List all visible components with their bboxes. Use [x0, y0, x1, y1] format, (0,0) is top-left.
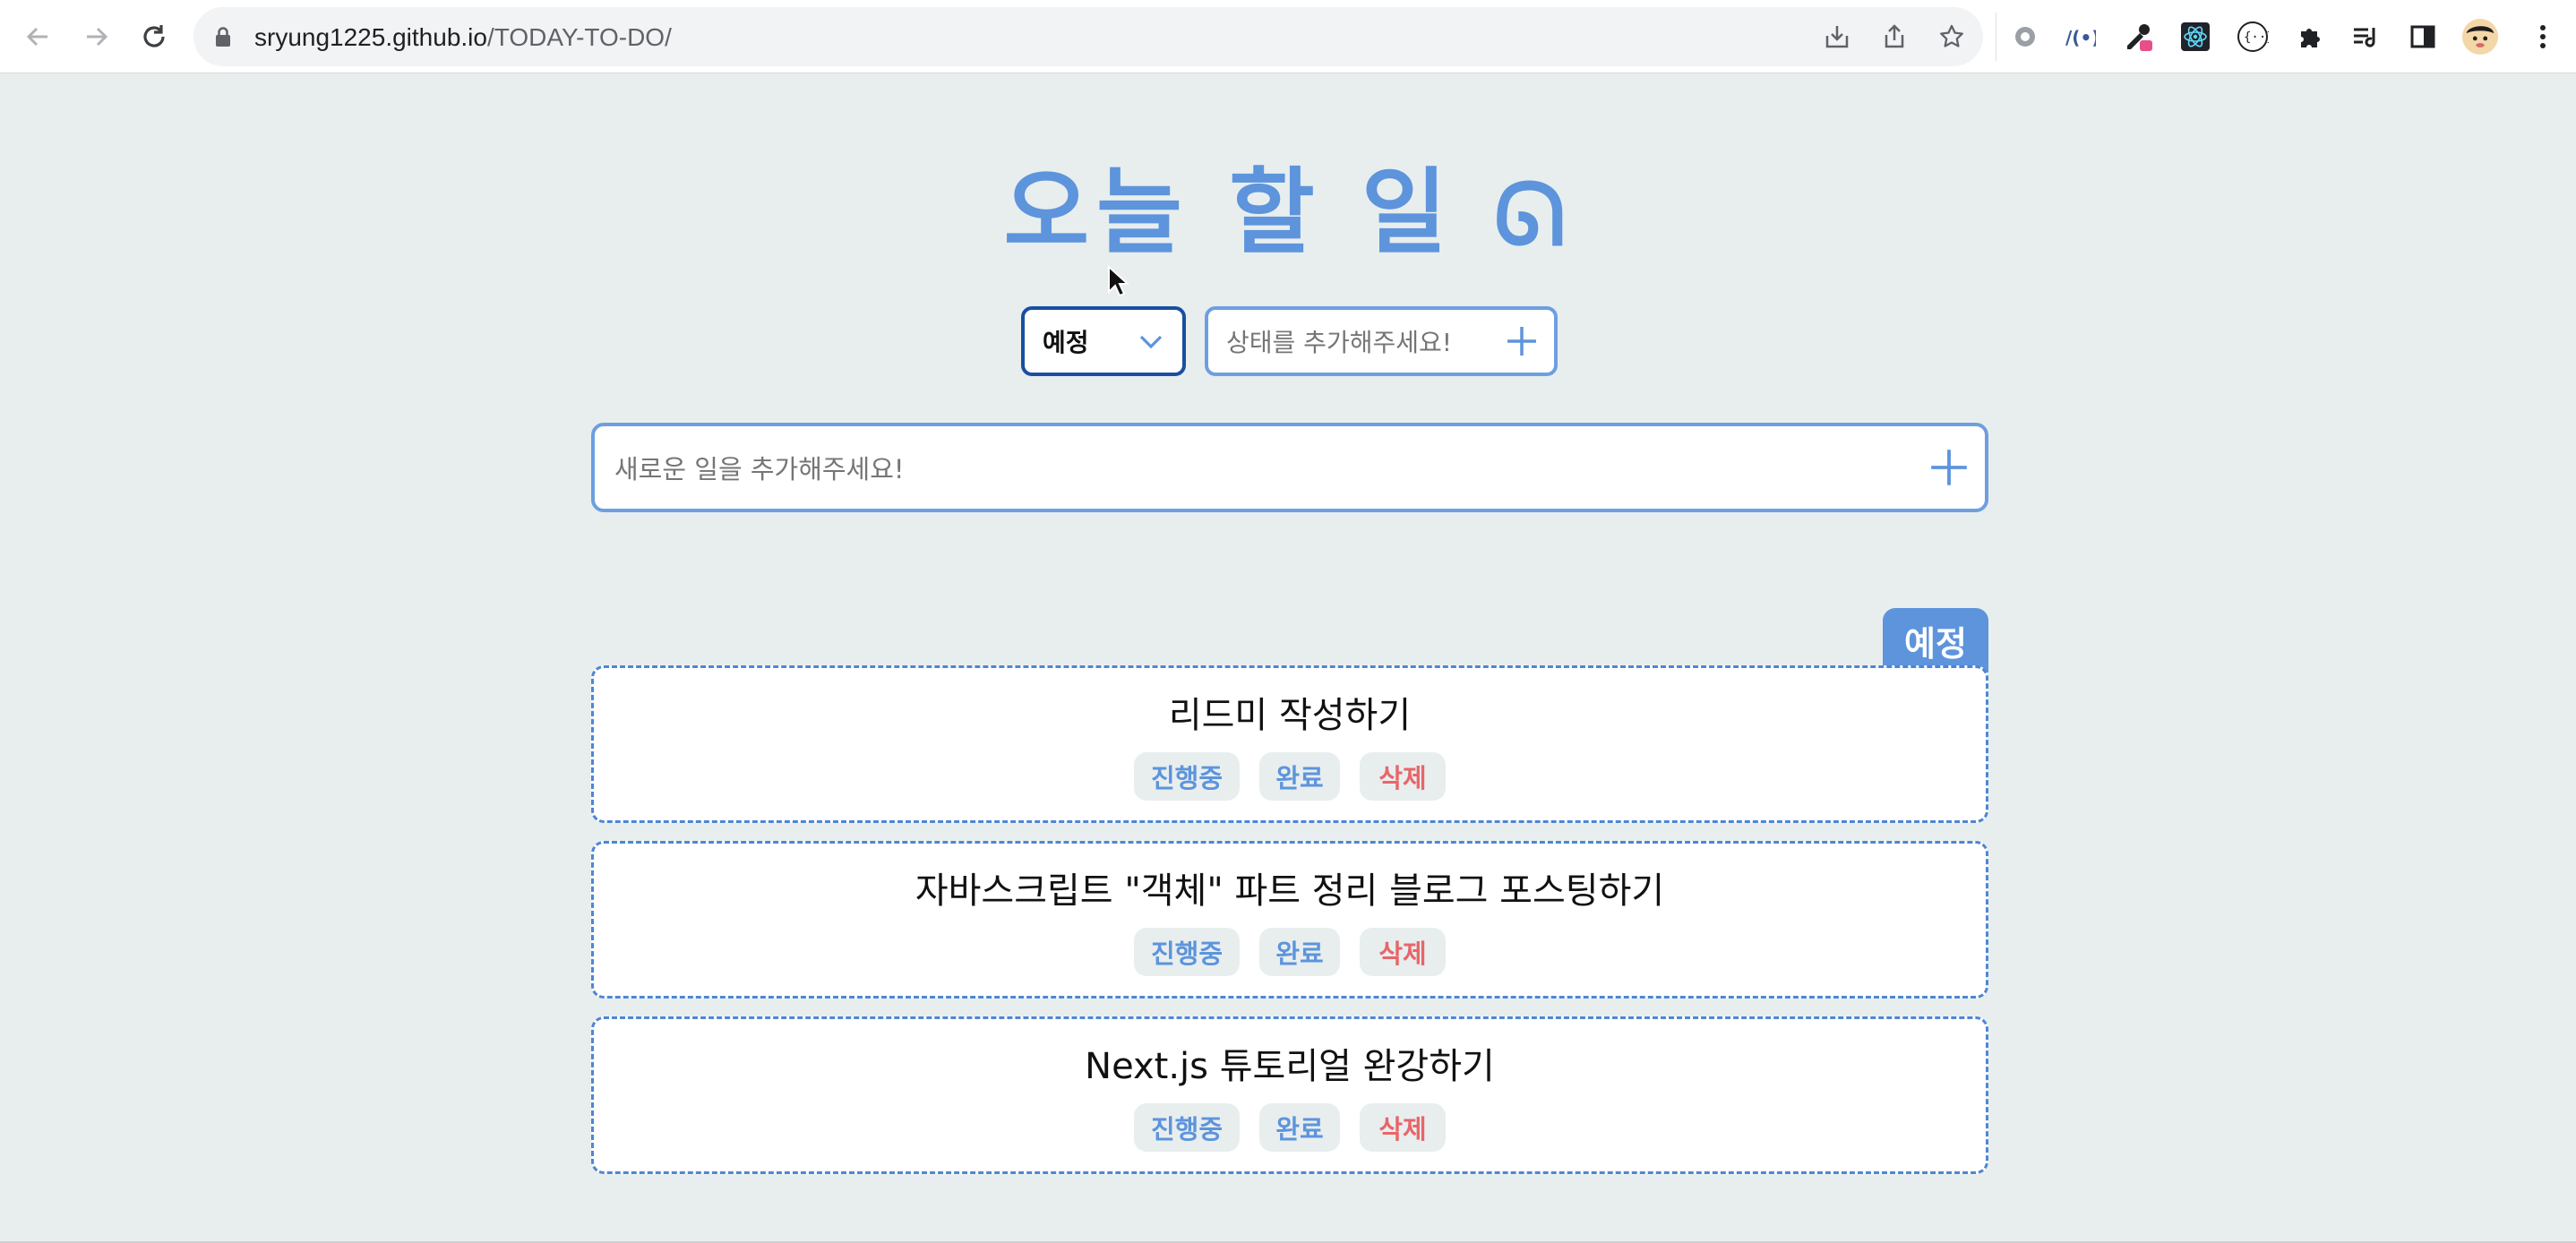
group-label-badge: 예정: [1883, 608, 1988, 673]
page-title-text: 오늘 할 일: [1003, 158, 1455, 267]
task-title: 자바스크립트 "객체" 파트 정리 블로그 포스팅하기: [914, 870, 1665, 912]
back-button[interactable]: [13, 12, 63, 62]
delete-button[interactable]: 삭제: [1360, 928, 1446, 976]
task-card: 자바스크립트 "객체" 파트 정리 블로그 포스팅하기 진행중 완료 삭제: [591, 841, 1988, 999]
complete-button[interactable]: 완료: [1259, 752, 1340, 801]
side-panel-icon[interactable]: [2404, 18, 2442, 56]
browser-toolbar: sryung1225.github.io/TODAY-TO-DO/ /(•) {…: [0, 0, 2576, 73]
task-card: 리드미 작성하기 진행중 완료 삭제: [591, 665, 1988, 823]
status-select[interactable]: 예정: [1021, 306, 1186, 376]
task-title: Next.js 튜토리얼 완강하기: [1085, 1046, 1495, 1087]
reload-button[interactable]: [129, 12, 179, 62]
arrow-right-icon: [87, 27, 108, 47]
address-bar[interactable]: sryung1225.github.io/TODAY-TO-DO/: [193, 7, 1983, 66]
chevron-down-icon: [1139, 335, 1163, 349]
status-input[interactable]: 상태를 추가해주세요!: [1205, 306, 1558, 376]
in-progress-button[interactable]: 진행중: [1134, 1103, 1240, 1152]
url-text: sryung1225.github.io/TODAY-TO-DO/: [254, 23, 672, 52]
status-input-placeholder: 상태를 추가해주세요!: [1226, 328, 1452, 357]
delete-button[interactable]: 삭제: [1360, 752, 1446, 801]
new-task-input[interactable]: 새로운 일을 추가해주세요!: [591, 423, 1988, 512]
task-actions: 진행중 완료 삭제: [594, 752, 1986, 801]
react-devtools-icon[interactable]: [2177, 18, 2214, 56]
lock-icon: [216, 27, 230, 47]
in-progress-button[interactable]: 진행중: [1134, 752, 1240, 801]
reload-icon: [143, 25, 165, 47]
share-icon[interactable]: [1879, 21, 1910, 52]
gear-extension-icon[interactable]: [2006, 18, 2044, 56]
bookmark-star-icon[interactable]: [1936, 21, 1967, 52]
task-actions: 진행중 완료 삭제: [594, 1103, 1986, 1152]
complete-button[interactable]: 완료: [1259, 928, 1340, 976]
more-menu-icon[interactable]: [2524, 18, 2562, 56]
todo-app: 오늘 할 일 ᘏ 예정 상태를 추가해주세요! 새로운 일을 추가해주세요! 예…: [0, 73, 2576, 1243]
status-select-value: 예정: [1043, 328, 1089, 357]
mouse-cursor-icon: [1108, 265, 1129, 297]
page-title: 오늘 할 일 ᘏ: [0, 136, 2576, 271]
url-host: sryung1225.github.io: [254, 23, 487, 51]
svg-text:/(•): /(•): [2065, 27, 2096, 48]
forward-button[interactable]: [72, 12, 122, 62]
reading-list-icon[interactable]: [2347, 18, 2384, 56]
in-progress-button[interactable]: 진행중: [1134, 928, 1240, 976]
task-actions: 진행중 완료 삭제: [594, 928, 1986, 976]
eyedropper-extension-icon[interactable]: [2119, 18, 2157, 56]
install-icon[interactable]: [1822, 21, 1852, 52]
url-path: /TODAY-TO-DO/: [486, 23, 672, 51]
cat-emoji-icon: ᘏ: [1493, 165, 1573, 265]
new-task-placeholder: 새로운 일을 추가해주세요!: [614, 454, 905, 484]
task-title: 리드미 작성하기: [1168, 695, 1412, 736]
add-task-plus-icon[interactable]: [1929, 448, 1969, 487]
task-card: Next.js 튜토리얼 완강하기 진행중 완료 삭제: [591, 1016, 1988, 1174]
svg-text:{··}: {··}: [2244, 30, 2269, 45]
add-status-plus-icon[interactable]: [1504, 323, 1540, 359]
puzzle-extensions-icon[interactable]: [2291, 18, 2329, 56]
profile-avatar[interactable]: [2461, 18, 2499, 56]
arrow-left-icon: [26, 27, 47, 47]
code-extension-icon[interactable]: {··}: [2234, 18, 2271, 56]
wave-extension-icon[interactable]: /(•): [2062, 18, 2099, 56]
complete-button[interactable]: 완료: [1259, 1103, 1340, 1152]
delete-button[interactable]: 삭제: [1360, 1103, 1446, 1152]
